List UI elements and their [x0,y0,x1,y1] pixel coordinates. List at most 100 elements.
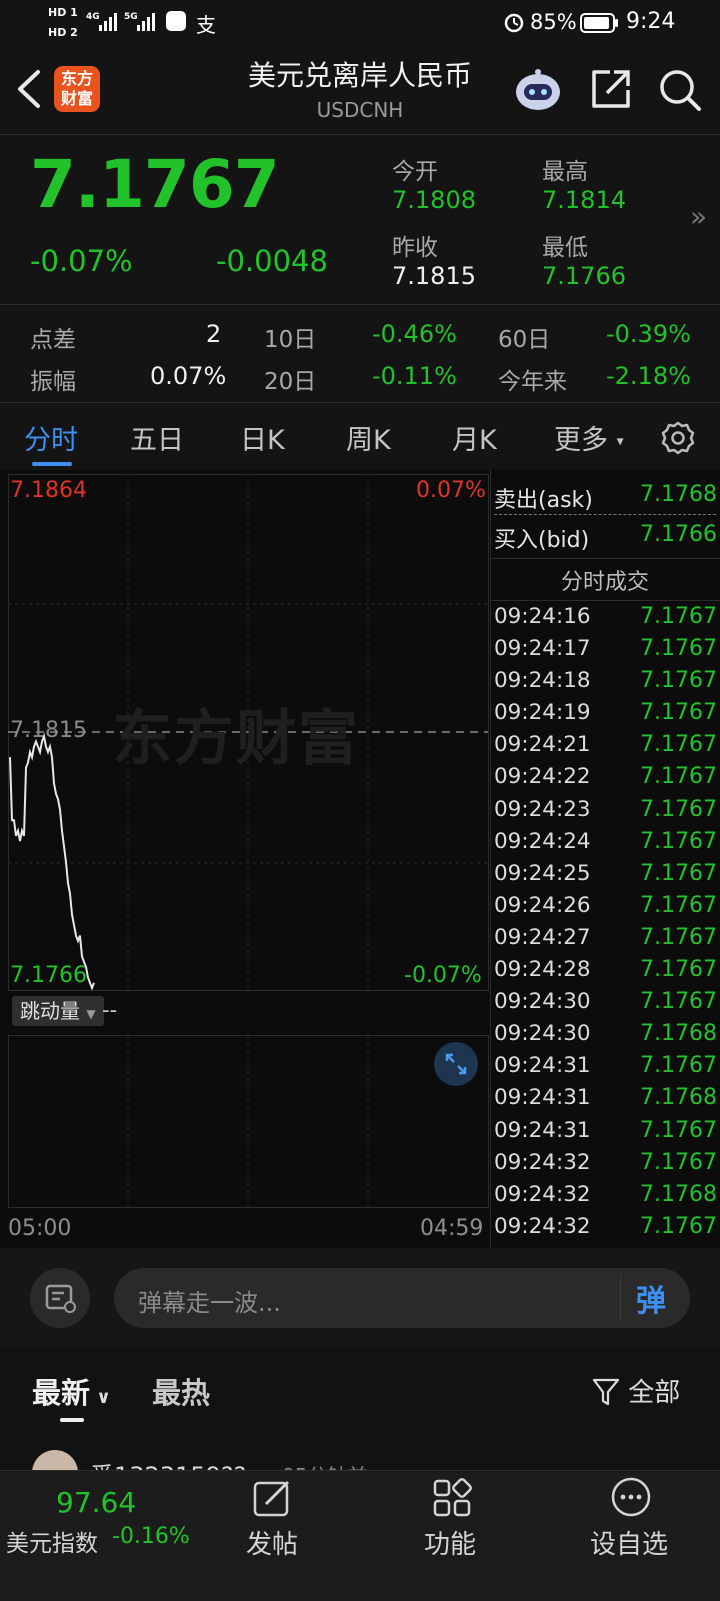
deal-price: 7.1767 [640,924,717,950]
edit-post-icon[interactable] [252,1478,292,1522]
ytd-label: 今年来 [498,369,567,395]
deal-row: 09:24:30 7.1767 [494,989,717,1021]
d20-label: 20日 [264,369,317,395]
volume-value: -- [102,998,118,1022]
divider [490,558,720,559]
deal-price: 7.1767 [640,796,717,822]
feed-filter-label: 全部 [628,1378,681,1408]
deal-row: 09:24:26 7.1767 [494,892,717,925]
deal-row: 09:24:32 7.1767 [494,1213,717,1246]
deal-price: 7.1767 [640,989,717,1015]
deal-time: 09:24:31 [494,1053,591,1079]
intraday-chart[interactable] [0,470,490,1248]
functions-icon[interactable] [432,1478,472,1522]
deals-title: 分时成交 [560,570,649,595]
tab-weekly-k[interactable]: 周K [346,418,391,457]
tab-more[interactable]: 更多 ▾ [554,418,624,457]
app-notification-icon [166,11,186,31]
change-percent: -0.07% [30,244,133,278]
deal-row: 09:24:21 7.1767 [494,732,717,764]
tab-daily-k[interactable]: 日K [240,418,285,457]
feed-tab-latest[interactable]: 最新 ∨ [32,1370,111,1412]
deal-time: 09:24:32 [494,1181,591,1207]
deal-time: 09:24:30 [494,1021,591,1047]
deal-time: 09:24:30 [494,989,591,1015]
deal-time: 09:24:18 [494,668,591,694]
functions-button[interactable]: 功能 [424,1524,476,1561]
add-watchlist-button[interactable]: 设自选 [590,1524,668,1561]
deal-price: 7.1767 [640,604,717,629]
deal-row: 09:24:32 7.1768 [494,1181,717,1214]
expand-quote-icon[interactable]: » [690,200,707,233]
ask-label: 卖出(ask) [494,488,593,513]
deal-row: 09:24:27 7.1767 [494,924,717,957]
settings-gear-icon[interactable] [660,420,696,460]
x-tick-start: 05:00 [8,1216,72,1241]
alarm-icon [502,10,526,39]
feed-tab-indicator [60,1418,84,1422]
ask-price: 7.1768 [640,482,717,507]
deal-row: 09:24:25 7.1767 [494,860,717,893]
search-icon[interactable] [658,68,702,116]
deal-price: 7.1767 [640,957,717,983]
deal-price: 7.1768 [640,1085,717,1111]
filter-icon [592,1378,620,1406]
low-value: 7.1766 [542,262,626,290]
index-name[interactable]: 美元指数 [6,1524,98,1558]
robot-assistant-icon[interactable] [512,64,564,120]
deal-price: 7.1767 [640,892,717,918]
status-bar: HD 1 HD 2 4G 5G 支 85% 9:24 [0,0,720,46]
deal-price: 7.1767 [640,1213,717,1239]
deal-row: 09:24:17 7.1767 [494,636,717,668]
deal-time: 09:24:32 [494,1213,591,1239]
deal-time: 09:24:17 [494,636,591,662]
tab-intraday[interactable]: 分时 [24,418,78,457]
deal-time: 09:24:22 [494,764,591,790]
tab-monthly-k[interactable]: 月K [452,418,497,457]
prev-close-label: 昨收 [392,235,438,261]
divider [490,600,720,601]
fullscreen-expand-icon[interactable] [434,1042,478,1086]
bid-label: 买入(bid) [494,528,590,553]
header: 东方财富 美元兑离岸人民币 USDCNH [0,46,720,134]
more-dots-icon[interactable] [610,1476,652,1522]
post-button[interactable]: 发帖 [246,1524,298,1561]
last-price: 7.1767 [30,146,280,223]
spread-value: 2 [206,320,222,348]
deal-row: 09:24:31 7.1767 [494,1053,717,1085]
open-value: 7.1808 [392,186,476,214]
battery-icon [580,12,620,39]
y-tick-top: 7.1864 [10,478,87,503]
deal-time: 09:24:23 [494,796,591,822]
deal-time: 09:24:28 [494,957,591,983]
amplitude-value: 0.07% [150,362,227,390]
divider [0,134,720,135]
volume-selector-label: 跳动量 [20,999,80,1023]
deal-time: 09:24:16 [494,604,591,629]
deal-time: 09:24:21 [494,732,591,758]
change-value: -0.0048 [216,244,328,278]
d20-value: -0.11% [372,362,457,390]
share-icon[interactable] [590,68,632,114]
tab-five-day[interactable]: 五日 [130,418,184,457]
danmaku-settings-icon[interactable] [30,1268,90,1328]
d60-value: -0.39% [606,320,691,348]
y-tick-bottom: 7.1766 [10,963,87,988]
volume-selector[interactable]: 跳动量 ▼ [12,996,104,1026]
pct-tick-bottom: -0.07% [404,963,482,988]
deal-price: 7.1767 [640,860,717,886]
danmaku-toggle-button[interactable]: 弹 [636,1276,666,1320]
deals-list[interactable]: 09:24:16 7.1767 09:24:17 7.1767 09:24:18 7.17… [494,604,717,1246]
feed-filter[interactable]: 全部 [592,1372,680,1409]
deal-row: 09:24:22 7.1767 [494,764,717,796]
deal-row: 09:24:31 7.1767 [494,1117,717,1150]
caret-down-icon: ▾ [616,433,624,450]
index-value[interactable]: 97.64 [56,1486,136,1519]
deal-price: 7.1767 [640,1117,717,1143]
deal-price: 7.1767 [640,1149,717,1175]
danmaku-input[interactable]: 弹幕走一波... 弹 [114,1268,690,1328]
feed-tab-hot[interactable]: 最热 [152,1370,210,1412]
high-label: 最高 [542,159,588,185]
x-tick-end: 04:59 [420,1216,484,1241]
signal-icon [98,11,120,38]
